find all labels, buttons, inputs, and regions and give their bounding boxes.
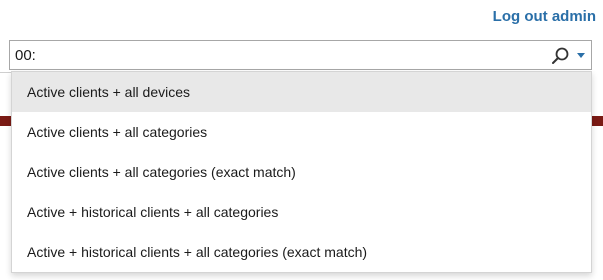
background-header-strip-right <box>592 116 603 126</box>
search-icon[interactable] <box>550 46 570 66</box>
menu-item-active-historical-all-categories[interactable]: Active + historical clients + all catego… <box>12 192 591 232</box>
chevron-down-icon[interactable] <box>577 53 585 58</box>
menu-item-active-clients-all-categories-exact[interactable]: Active clients + all categories (exact m… <box>12 152 591 192</box>
menu-item-active-historical-all-categories-exact[interactable]: Active + historical clients + all catego… <box>12 232 591 272</box>
background-header-strip-left <box>0 116 11 126</box>
menu-item-active-clients-all-categories[interactable]: Active clients + all categories <box>12 112 591 152</box>
background-divider <box>0 72 11 73</box>
search-input[interactable] <box>15 43 515 67</box>
search-combobox[interactable] <box>9 40 592 70</box>
suggestion-dropdown: Active clients + all devices Active clie… <box>11 71 592 273</box>
menu-item-active-clients-all-devices[interactable]: Active clients + all devices <box>12 72 591 112</box>
page: Log out admin Active clients + all devic… <box>0 0 603 280</box>
logout-link[interactable]: Log out admin <box>493 8 596 25</box>
